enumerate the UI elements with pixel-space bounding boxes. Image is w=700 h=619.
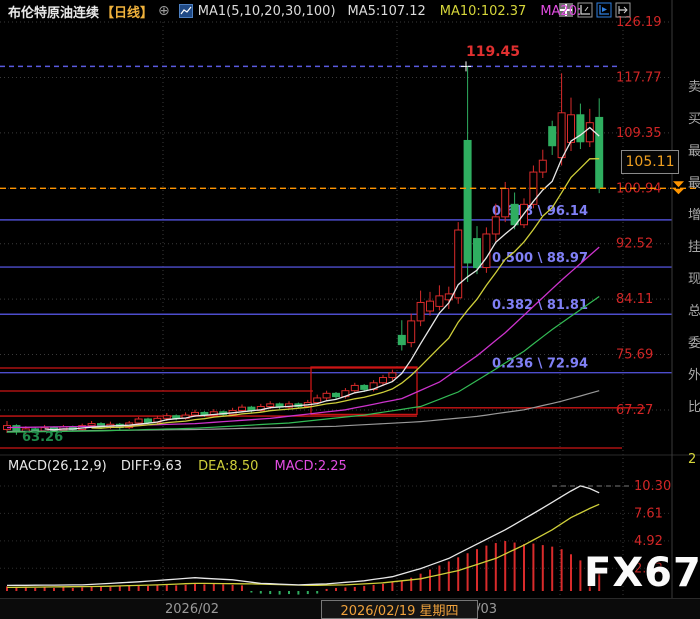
sidebar-quote-char: 买 [688, 108, 700, 127]
ma5-value: MA5:107.12 [348, 4, 426, 19]
candle-body[interactable] [483, 234, 490, 268]
sidebar-quote-char: 增 [688, 204, 700, 223]
toolbar: 布伦特原油连续 【日线】 ⊕ MA1(5,10,20,30,100) MA5:1… [0, 0, 700, 22]
candle-body[interactable] [239, 407, 246, 410]
sidebar-quote-value: 2 [688, 452, 696, 467]
symbol-title: 布伦特原油连续 [8, 2, 99, 21]
candle-body[interactable] [464, 140, 471, 262]
sidebar-quote-char: 卖 [688, 76, 700, 95]
candle-body[interactable] [539, 160, 546, 172]
period-label[interactable]: 【日线】 [101, 2, 153, 21]
candle-body[interactable] [492, 217, 499, 234]
candle-body[interactable] [192, 412, 199, 415]
time-axis: 2026/02 2026/03 2026/02/19 星期四 [0, 598, 700, 619]
candle-body[interactable] [474, 239, 481, 268]
watermark: FX678 [584, 550, 700, 596]
ma100-line [7, 391, 599, 432]
macd-macd-value: MACD:2.25 [275, 459, 347, 474]
macd-axis-label: 10.30 [634, 479, 671, 494]
macd-header: MACD(26,12,9) DIFF:9.63 DEA:8.50 MACD:2.… [8, 459, 347, 474]
candle-body[interactable] [568, 115, 575, 143]
candle-body[interactable] [13, 426, 20, 432]
high-price-label: 119.45 [466, 44, 520, 60]
last-price-box: 105.11 [621, 150, 679, 174]
candle-body[interactable] [135, 419, 142, 423]
macd-dea-value: DEA:8.50 [198, 459, 258, 474]
fib-label: 0.236 \ 72.94 [492, 357, 588, 372]
candle-body[interactable] [88, 424, 95, 426]
candle-body[interactable] [436, 296, 443, 307]
macd-axis-label: 4.92 [634, 534, 663, 549]
sidebar-quote-char: 比 [688, 396, 700, 415]
diff-line [7, 486, 599, 586]
ma5-line [45, 128, 600, 430]
candle-body[interactable] [380, 378, 387, 383]
ma-params-label: MA1(5,10,20,30,100) [198, 4, 336, 19]
price-chart-svg[interactable]: 126.19117.77109.35100.9492.5284.1175.696… [0, 0, 700, 619]
low-price-label: 63.26 [22, 430, 63, 445]
candle-body[interactable] [511, 204, 518, 224]
candle-body[interactable] [361, 385, 368, 389]
candle-body[interactable] [502, 189, 509, 217]
ma-legend-icon [179, 4, 193, 18]
candle-body[interactable] [596, 117, 603, 188]
candle-body[interactable] [455, 230, 462, 298]
ma20-line [7, 247, 599, 428]
candle-body[interactable] [333, 393, 340, 396]
sidebar-quote-char: 总 [688, 300, 700, 319]
price-axis-label: 84.11 [616, 292, 653, 307]
sidebar-quote-char: 最 [688, 172, 700, 191]
macd-params: MACD(26,12,9) [8, 459, 107, 474]
chart-app: 126.19117.77109.35100.9492.5284.1175.696… [0, 0, 700, 619]
candle-body[interactable] [577, 115, 584, 142]
candle-body[interactable] [586, 123, 593, 142]
dea-line [7, 504, 599, 587]
candle-body[interactable] [549, 127, 556, 146]
candle-body[interactable] [558, 113, 565, 158]
candle-body[interactable] [314, 398, 321, 403]
quote-sidebar: 卖买最最增挂现总委外比2 [673, 0, 700, 619]
candle-body[interactable] [408, 321, 415, 343]
price-axis-label: 75.69 [616, 348, 653, 363]
candle-body[interactable] [145, 419, 152, 422]
candle-body[interactable] [323, 393, 330, 398]
add-indicator-icon[interactable]: ⊕ [158, 3, 170, 19]
macd-diff-value: DIFF:9.63 [121, 459, 182, 474]
sidebar-quote-char: 委 [688, 332, 700, 351]
ma10-value: MA10:102.37 [440, 4, 527, 19]
ma10-line [92, 159, 600, 429]
sidebar-quote-char: 最 [688, 140, 700, 159]
sidebar-quote-char: 挂 [688, 236, 700, 255]
candle-body[interactable] [398, 335, 405, 344]
ma20-value: MA20: [540, 4, 581, 19]
candle-body[interactable] [267, 404, 274, 407]
price-axis-label: 67.27 [616, 403, 653, 418]
candle-body[interactable] [389, 373, 396, 378]
candle-body[interactable] [163, 416, 170, 419]
date-tooltip: 2026/02/19 星期四 [321, 600, 478, 619]
sidebar-quote-char: 现 [688, 268, 700, 287]
sidebar-quote-char: 外 [688, 364, 700, 383]
time-label-feb: 2026/02 [165, 602, 219, 617]
price-axis-label: 92.52 [616, 237, 653, 252]
macd-axis-label: 7.61 [634, 506, 663, 521]
candle-body[interactable] [351, 385, 358, 390]
candle-body[interactable] [417, 302, 424, 320]
candle-body[interactable] [427, 301, 434, 311]
price-axis-label: 117.77 [616, 70, 662, 85]
